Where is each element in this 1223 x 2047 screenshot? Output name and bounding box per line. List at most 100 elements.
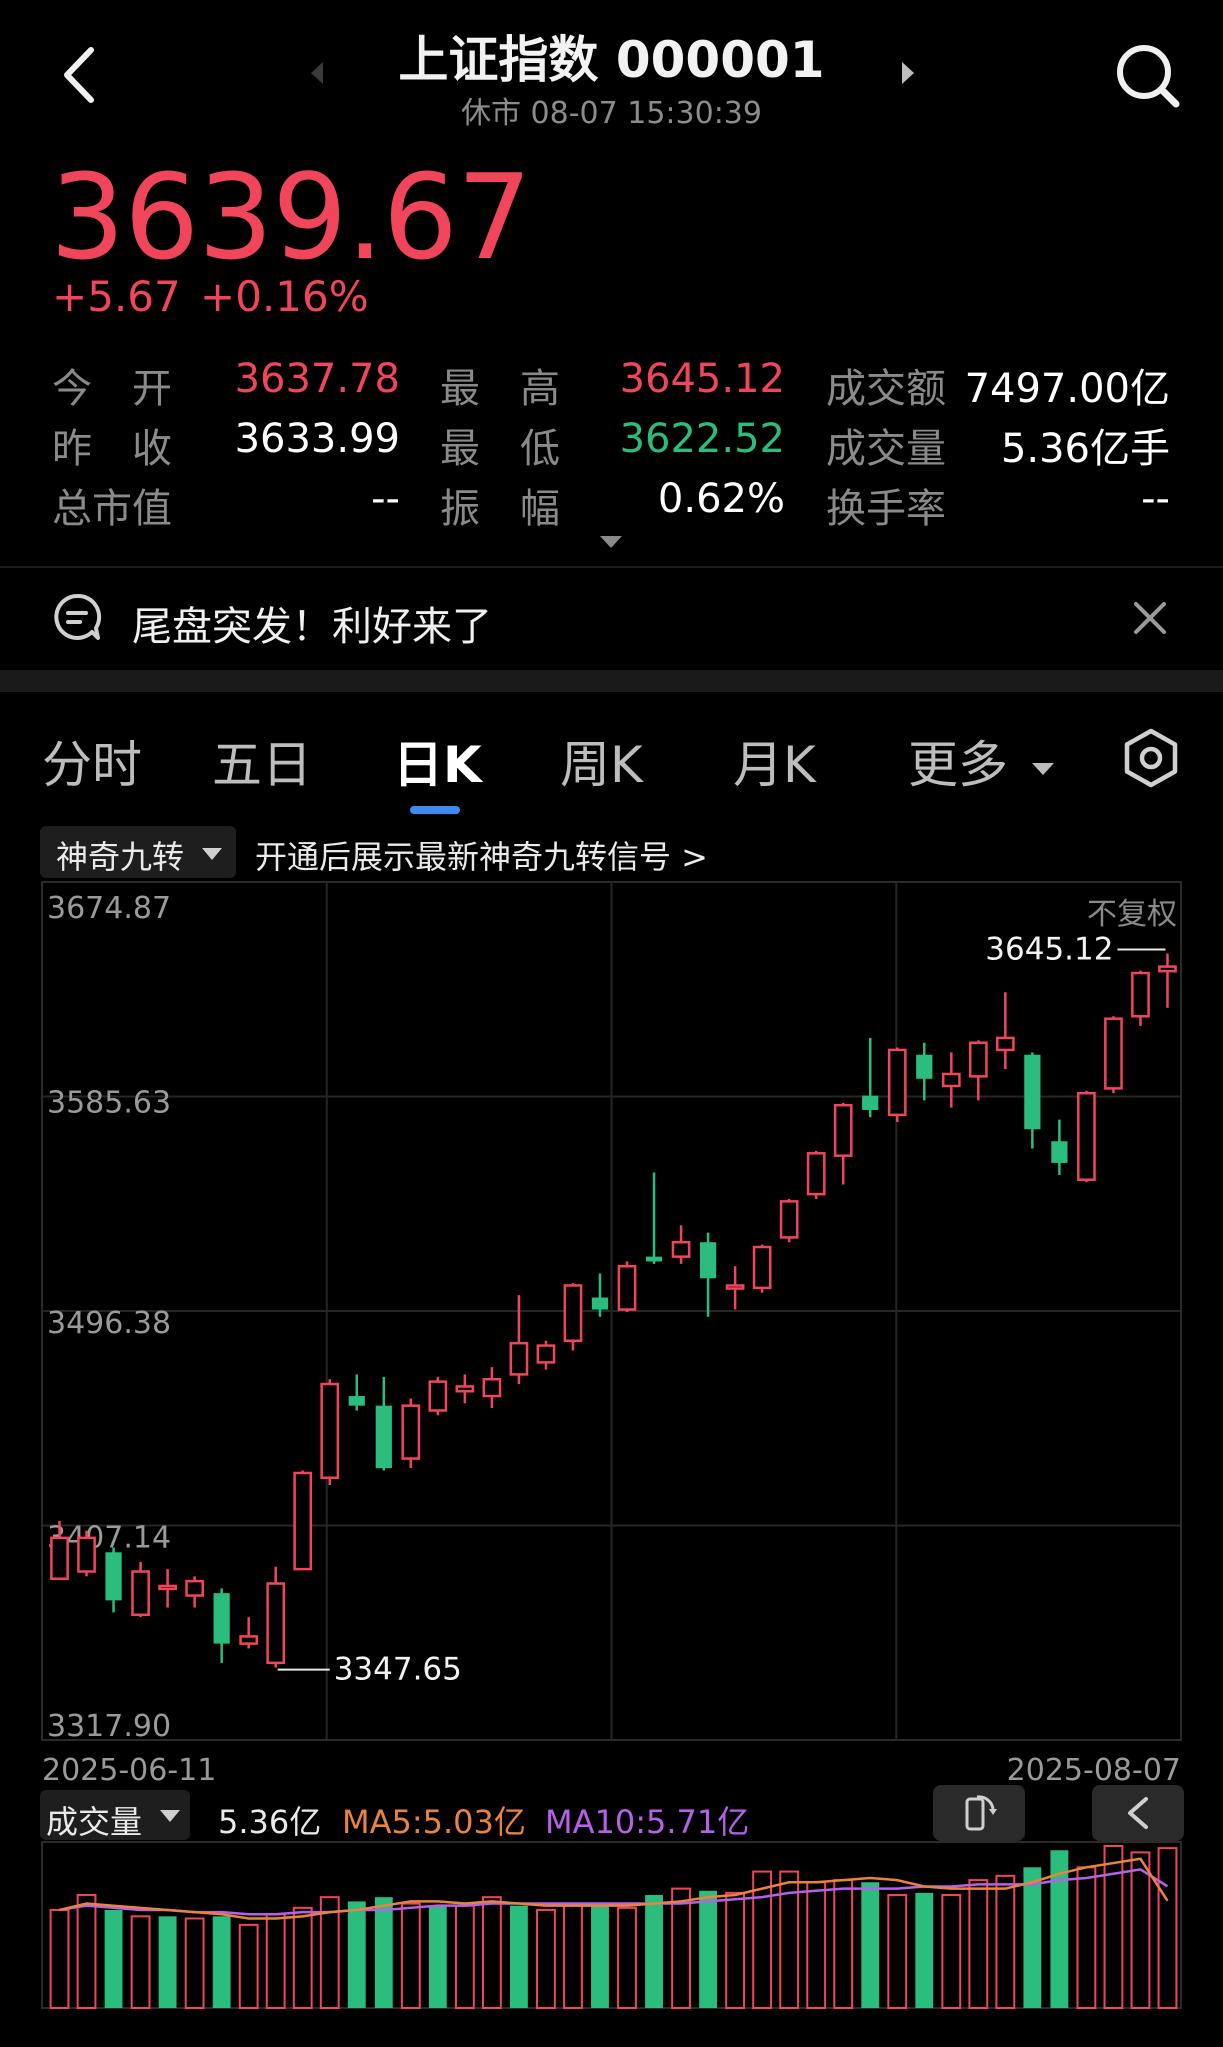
volume-bar — [591, 1903, 609, 2008]
tab-intraday[interactable]: 分时 — [42, 725, 142, 797]
rotate-screen-button[interactable] — [933, 1785, 1025, 1841]
volume-bar — [861, 1882, 880, 2008]
candle-body — [995, 1036, 1015, 1052]
volume-bar — [158, 1916, 177, 2008]
candle-body — [239, 1635, 259, 1645]
candle — [428, 1376, 448, 1416]
candle-body — [536, 1344, 556, 1364]
volume-bar — [645, 1895, 663, 2008]
candle — [293, 1470, 313, 1571]
candle-body — [266, 1582, 286, 1665]
news-headline-link[interactable]: 尾盘突发！利好来了 — [132, 594, 492, 652]
candle — [482, 1367, 502, 1409]
candle — [375, 1376, 392, 1471]
tab-five-day[interactable]: 五日 — [212, 725, 312, 797]
stat-value: 3633.99 — [234, 416, 400, 462]
volume-bar — [212, 1916, 231, 2008]
candle — [266, 1566, 286, 1668]
candle — [320, 1379, 340, 1485]
search-icon[interactable] — [1112, 40, 1182, 110]
volume-bar — [617, 1906, 637, 2009]
tab-month-k[interactable]: 月K — [733, 725, 816, 797]
candle — [536, 1340, 556, 1370]
settings-hexagon-icon[interactable] — [1120, 727, 1182, 789]
candle — [806, 1150, 826, 1199]
candle-body — [1077, 1091, 1096, 1181]
volume-bar — [509, 1905, 528, 2008]
volume-ma10: MA10:5.71亿 — [545, 1803, 750, 1841]
volume-bar — [968, 1879, 989, 2009]
x-start-label: 2025-06-11 — [42, 1753, 216, 1788]
candle — [699, 1232, 717, 1317]
caret-down-icon — [1031, 762, 1054, 775]
volume-bar — [49, 1908, 70, 2009]
stat-label: 昨 收 — [52, 426, 172, 472]
x-end-label: 2025-08-07 — [1007, 1753, 1181, 1788]
candle-body — [752, 1245, 772, 1290]
candle — [348, 1374, 365, 1411]
stat-label: 总市值 — [52, 486, 172, 532]
candle-body — [131, 1570, 150, 1617]
y-tick-label: 3585.63 — [47, 1086, 171, 1121]
candle-body — [158, 1584, 177, 1591]
candle-body — [1024, 1054, 1041, 1130]
section-divider — [0, 670, 1223, 692]
candle-body — [862, 1095, 879, 1111]
candle — [1051, 1119, 1068, 1175]
candle-body — [833, 1103, 853, 1157]
candle — [1024, 1052, 1041, 1149]
volume-bar — [833, 1879, 854, 2009]
candle — [509, 1295, 529, 1385]
candle — [916, 1042, 933, 1101]
tab-day-k[interactable]: 日K — [393, 725, 482, 797]
candle-body — [1051, 1141, 1068, 1163]
candle-body — [105, 1552, 122, 1601]
max-price-label: 3645.12 — [985, 932, 1113, 968]
candle-body — [1131, 971, 1150, 1018]
volume-bar — [1103, 1845, 1124, 2009]
volume-bar — [238, 1923, 259, 2009]
volume-bar — [1076, 1866, 1097, 2009]
candle — [563, 1283, 583, 1351]
volume-bar — [481, 1896, 502, 2009]
current-price: 3639.67 — [50, 148, 532, 286]
candle — [617, 1261, 637, 1312]
candle-body — [887, 1048, 907, 1117]
volume-bar — [941, 1894, 962, 2010]
stat-label: 今 开 — [52, 366, 172, 412]
candle-body — [401, 1404, 421, 1460]
volume-bar — [454, 1904, 475, 2009]
message-icon — [54, 593, 102, 640]
candle-body — [591, 1297, 609, 1310]
volume-chart — [41, 1841, 1182, 2010]
volume-bar — [400, 1902, 421, 2009]
close-icon[interactable] — [1130, 598, 1170, 638]
candlestick-chart[interactable]: 3674.873585.633496.383407.143317.90不复权36… — [0, 870, 1223, 1790]
volume-bar — [887, 1894, 908, 2010]
candle — [105, 1547, 122, 1613]
candle-body — [320, 1382, 340, 1480]
candle-body — [671, 1240, 691, 1258]
caret-down-icon — [202, 848, 222, 860]
candle — [995, 992, 1015, 1070]
tab-more[interactable]: 更多 — [908, 725, 1056, 797]
candle — [671, 1225, 691, 1264]
stat-label: 振 幅 — [440, 486, 560, 532]
tab-week-k[interactable]: 周K — [560, 725, 643, 797]
min-price-label: 3347.65 — [334, 1652, 462, 1688]
divider — [0, 566, 1223, 568]
expand-caret-icon[interactable] — [598, 534, 624, 550]
collapse-panel-button[interactable] — [1092, 1785, 1184, 1841]
candle — [887, 1047, 907, 1123]
triangle-right-icon[interactable] — [898, 58, 918, 88]
price-change-percent: +0.16% — [200, 272, 369, 321]
candle-body — [1104, 1017, 1123, 1090]
stat-value: 3637.78 — [234, 356, 400, 402]
volume-bar — [347, 1901, 366, 2008]
candle-body — [293, 1471, 313, 1571]
stat-label: 换手率 — [826, 486, 946, 532]
candle-body — [941, 1072, 961, 1088]
volume-bar — [374, 1897, 393, 2008]
candle-body — [213, 1593, 230, 1644]
stat-value: 0.62% — [657, 476, 785, 522]
